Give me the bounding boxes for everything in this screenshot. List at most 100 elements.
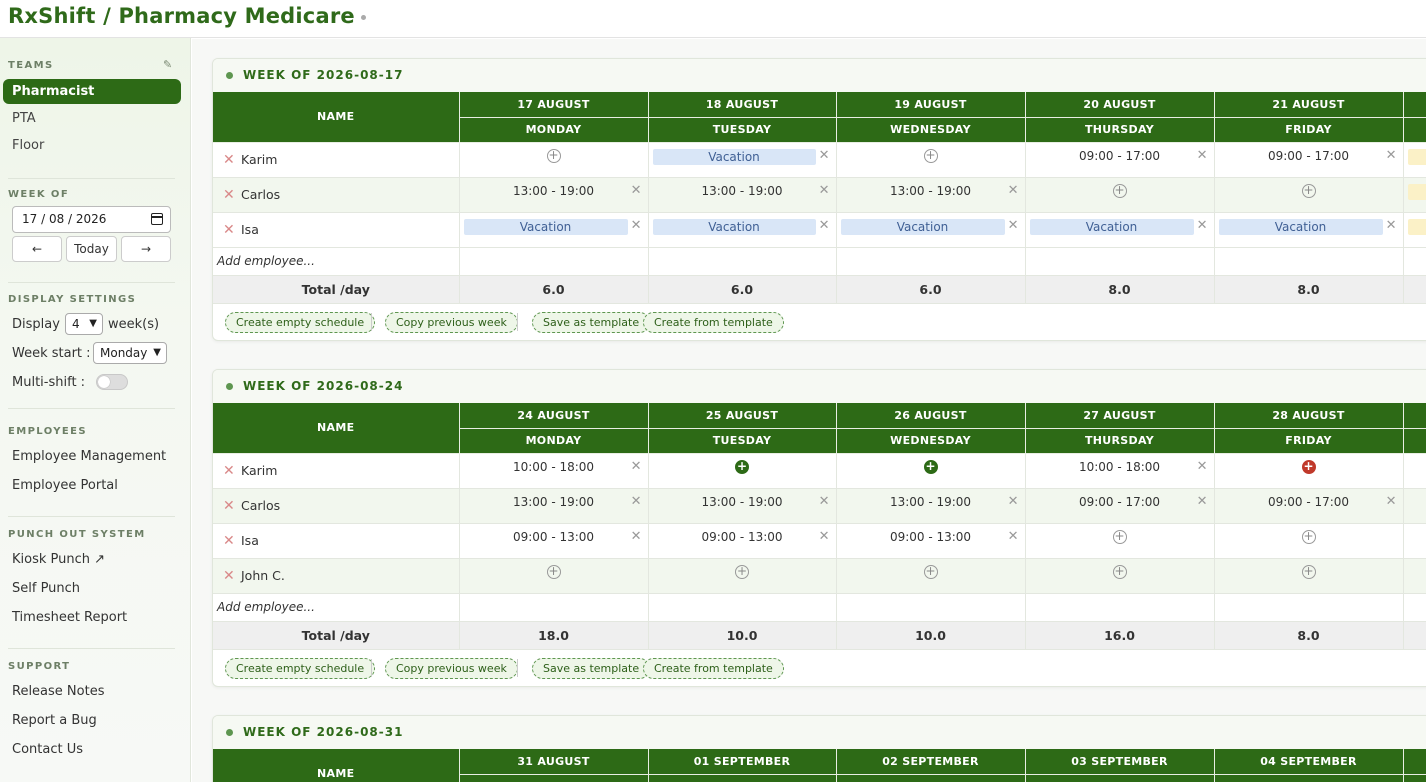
- vacation-badge[interactable]: Vacation: [1029, 218, 1194, 235]
- team-item-pta[interactable]: PTA: [3, 106, 181, 131]
- delete-shift-icon[interactable]: ✕: [631, 495, 642, 508]
- shift-cell[interactable]: Vacation ✕: [836, 212, 1026, 248]
- shift-cell[interactable]: +: [1025, 558, 1215, 594]
- shift-cell[interactable]: +: [1214, 523, 1404, 559]
- add-shift-icon[interactable]: +: [1301, 459, 1316, 474]
- remove-employee-icon[interactable]: ✕: [223, 188, 235, 202]
- shift-cell[interactable]: +: [836, 558, 1026, 594]
- shift-cell[interactable]: +: [648, 558, 837, 594]
- shift-cell[interactable]: +: [459, 142, 649, 178]
- shift-cell[interactable]: 09:00 - 13:00 ✕: [648, 523, 837, 559]
- display-weeks-select[interactable]: 4 ▼: [65, 313, 103, 335]
- shift-cell[interactable]: 10:00 - 18:00 ✕: [1025, 453, 1215, 489]
- delete-shift-icon[interactable]: ✕: [1386, 495, 1397, 508]
- add-shift-icon[interactable]: +: [1301, 529, 1316, 544]
- prev-week-button[interactable]: ←: [12, 236, 62, 262]
- copy-previous-week-button[interactable]: Copy previous week: [385, 311, 518, 333]
- shift-cell[interactable]: 13:00 - 19:00 ✕: [836, 488, 1026, 524]
- add-shift-icon[interactable]: +: [546, 564, 561, 579]
- delete-shift-icon[interactable]: ✕: [1008, 184, 1019, 197]
- shift-cell[interactable]: Vacation ✕: [459, 212, 649, 248]
- delete-shift-icon[interactable]: ✕: [1197, 149, 1208, 162]
- shift-cell[interactable]: +: [836, 142, 1026, 178]
- delete-shift-icon[interactable]: ✕: [1197, 219, 1208, 232]
- shift-cell[interactable]: 10:00 - 18:00 ✕: [459, 453, 649, 489]
- pending-shift-badge[interactable]: [1407, 148, 1426, 165]
- add-employee-input[interactable]: Add employee...: [213, 247, 460, 276]
- employee-management-link[interactable]: Employee Management: [12, 449, 166, 464]
- shift-cell[interactable]: +: [1025, 177, 1215, 213]
- shift-cell[interactable]: Vacation ✕: [1214, 212, 1404, 248]
- delete-shift-icon[interactable]: ✕: [1008, 530, 1019, 543]
- shift-cell[interactable]: 13:00 - 19:00 ✕: [648, 488, 837, 524]
- pending-shift-badge[interactable]: [1407, 218, 1426, 235]
- week-start-select[interactable]: Monday ▼: [93, 342, 167, 364]
- delete-shift-icon[interactable]: ✕: [819, 495, 830, 508]
- shift-cell[interactable]: 09:00 - 17:00 ✕: [1214, 142, 1404, 178]
- delete-shift-icon[interactable]: ✕: [631, 530, 642, 543]
- employee-portal-link[interactable]: Employee Portal: [12, 478, 118, 493]
- vacation-badge[interactable]: Vacation: [1218, 218, 1383, 235]
- vacation-badge[interactable]: Vacation: [840, 218, 1005, 235]
- add-shift-icon[interactable]: +: [923, 148, 938, 163]
- multishift-toggle[interactable]: [96, 374, 128, 390]
- release-notes-link[interactable]: Release Notes: [12, 684, 104, 699]
- shift-cell[interactable]: +: [836, 453, 1026, 489]
- week-date-input[interactable]: 17 / 08 / 2026: [12, 206, 171, 233]
- pending-shift-badge[interactable]: [1407, 183, 1426, 200]
- shift-cell[interactable]: +: [1214, 453, 1404, 489]
- shift-cell[interactable]: +: [1214, 177, 1404, 213]
- add-shift-icon[interactable]: +: [735, 459, 749, 474]
- team-item-floor[interactable]: Floor: [3, 133, 181, 158]
- shift-cell[interactable]: Vacation ✕: [648, 142, 837, 178]
- remove-employee-icon[interactable]: ✕: [223, 153, 235, 167]
- save-as-template-button[interactable]: Save as template: [532, 657, 651, 679]
- delete-shift-icon[interactable]: ✕: [819, 184, 830, 197]
- delete-shift-icon[interactable]: ✕: [1386, 149, 1397, 162]
- shift-cell[interactable]: 09:00 - 17:00 ✕: [1025, 488, 1215, 524]
- edit-teams-pencil-icon[interactable]: ✎: [163, 58, 172, 71]
- save-as-template-button[interactable]: Save as template: [532, 311, 651, 333]
- remove-employee-icon[interactable]: ✕: [223, 534, 235, 548]
- add-shift-icon[interactable]: +: [735, 564, 749, 579]
- remove-employee-icon[interactable]: ✕: [223, 464, 235, 478]
- delete-shift-icon[interactable]: ✕: [631, 219, 642, 232]
- delete-shift-icon[interactable]: ✕: [1197, 460, 1208, 473]
- add-shift-icon[interactable]: +: [923, 459, 938, 474]
- add-shift-icon[interactable]: +: [1301, 564, 1316, 579]
- add-shift-icon[interactable]: +: [1301, 183, 1316, 198]
- next-week-button[interactable]: →: [121, 236, 171, 262]
- add-employee-input[interactable]: Add employee...: [213, 593, 460, 622]
- calendar-icon[interactable]: [151, 213, 163, 225]
- delete-shift-icon[interactable]: ✕: [819, 530, 830, 543]
- create-from-template-button[interactable]: Create from template: [643, 311, 784, 333]
- team-item-pharmacist[interactable]: Pharmacist: [3, 79, 181, 104]
- shift-cell[interactable]: +: [648, 453, 837, 489]
- shift-cell[interactable]: 09:00 - 17:00 ✕: [1025, 142, 1215, 178]
- create-empty-schedule-button[interactable]: Create empty schedule: [225, 657, 376, 679]
- shift-cell[interactable]: 13:00 - 19:00 ✕: [459, 488, 649, 524]
- delete-shift-icon[interactable]: ✕: [631, 184, 642, 197]
- add-shift-icon[interactable]: +: [546, 148, 561, 163]
- today-button[interactable]: Today: [66, 236, 117, 262]
- remove-employee-icon[interactable]: ✕: [223, 223, 235, 237]
- shift-cell[interactable]: 09:00 - 17:00 ✕: [1214, 488, 1404, 524]
- delete-shift-icon[interactable]: ✕: [631, 460, 642, 473]
- remove-employee-icon[interactable]: ✕: [223, 499, 235, 513]
- shift-cell[interactable]: +: [459, 558, 649, 594]
- copy-previous-week-button[interactable]: Copy previous week: [385, 657, 518, 679]
- report-bug-link[interactable]: Report a Bug: [12, 713, 97, 728]
- delete-shift-icon[interactable]: ✕: [1197, 495, 1208, 508]
- create-empty-schedule-button[interactable]: Create empty schedule: [225, 311, 376, 333]
- create-from-template-button[interactable]: Create from template: [643, 657, 784, 679]
- shift-cell[interactable]: Vacation ✕: [648, 212, 837, 248]
- vacation-badge[interactable]: Vacation: [652, 218, 816, 235]
- shift-cell[interactable]: 13:00 - 19:00 ✕: [459, 177, 649, 213]
- shift-cell[interactable]: 09:00 - 13:00 ✕: [836, 523, 1026, 559]
- shift-cell[interactable]: 13:00 - 19:00 ✕: [648, 177, 837, 213]
- delete-shift-icon[interactable]: ✕: [819, 149, 830, 162]
- add-shift-icon[interactable]: +: [1112, 529, 1127, 544]
- add-shift-icon[interactable]: +: [1112, 564, 1127, 579]
- shift-cell[interactable]: +: [1214, 558, 1404, 594]
- remove-employee-icon[interactable]: ✕: [223, 569, 235, 583]
